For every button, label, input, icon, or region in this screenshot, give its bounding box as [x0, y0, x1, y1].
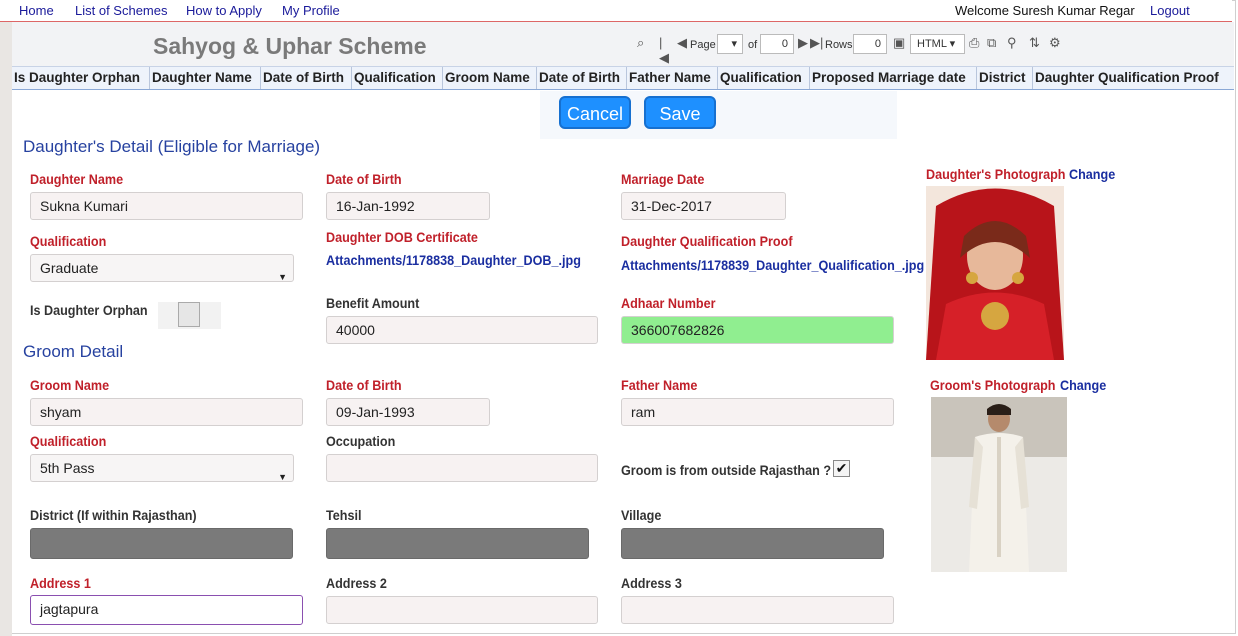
orphan-label: Is Daughter Orphan [30, 302, 148, 318]
daughter-qualification-proof-link[interactable]: Attachments/1178839_Daughter_Qualificati… [621, 257, 924, 273]
daughter-dob-label: Date of Birth [326, 171, 402, 187]
address1-input[interactable]: jagtapura [30, 595, 303, 625]
nav-profile-link[interactable]: My Profile [282, 3, 340, 18]
father-name-label: Father Name [621, 377, 698, 393]
first-page-icon[interactable]: |◀ [659, 35, 669, 66]
address3-input[interactable] [621, 596, 894, 624]
export-icon[interactable]: ⧉ [987, 35, 996, 51]
groom-dob-input[interactable]: 09-Jan-1993 [326, 398, 490, 426]
groom-photo-change-link[interactable]: Change [1060, 377, 1106, 393]
rows-input[interactable]: 0 [853, 34, 887, 54]
marriage-date-input[interactable]: 31-Dec-2017 [621, 192, 786, 220]
daughter-photo-change-link[interactable]: Change [1069, 166, 1115, 182]
groom-qualification-value: 5th Pass [40, 460, 95, 476]
village-select[interactable] [621, 528, 884, 559]
grid-header: Is Daughter Orphan Daughter Name Date of… [12, 66, 1234, 90]
occupation-label: Occupation [326, 433, 396, 449]
aadhaar-input[interactable]: 366007682826 [621, 316, 894, 344]
settings-icon[interactable]: ⚙ [1049, 35, 1061, 51]
logout-link[interactable]: Logout [1150, 3, 1190, 18]
daughter-section-title: Daughter's Detail (Eligible for Marriage… [23, 137, 321, 156]
address2-input[interactable] [326, 596, 598, 624]
marriage-date-label: Marriage Date [621, 171, 705, 187]
left-margin-strip [0, 0, 12, 636]
col-district[interactable]: District [977, 67, 1033, 89]
nav-schemes-link[interactable]: List of Schemes [75, 3, 168, 18]
outside-rajasthan-label: Groom is from outside Rajasthan ? [621, 462, 832, 478]
groom-section-title: Groom Detail [23, 342, 124, 361]
daughter-qualification-value: Graduate [40, 260, 99, 276]
daughter-dob-certificate-link[interactable]: Attachments/1178838_Daughter_DOB_.jpg [326, 252, 581, 268]
daughter-qualification-label: Qualification [30, 233, 107, 249]
daughter-name-label: Daughter Name [30, 171, 124, 187]
tehsil-label: Tehsil [326, 507, 362, 523]
col-date-of-birth[interactable]: Date of Birth [261, 67, 352, 89]
village-label: Village [621, 507, 662, 523]
of-label: of [748, 39, 758, 51]
daughter-qualification-proof-label: Daughter Qualification Proof [621, 233, 793, 249]
col-groom-dob[interactable]: Date of Birth [537, 67, 627, 89]
daughter-dob-certificate-label: Daughter DOB Certificate [326, 229, 478, 245]
floppy-disk-icon[interactable]: ▣ [893, 35, 905, 51]
aadhaar-label: Adhaar Number [621, 295, 716, 311]
find-icon[interactable]: ⌕ [637, 35, 644, 51]
groom-name-label: Groom Name [30, 377, 110, 393]
groom-name-input[interactable]: shyam [30, 398, 303, 426]
col-daughter-name[interactable]: Daughter Name [150, 67, 261, 89]
tehsil-select[interactable] [326, 528, 589, 559]
save-button[interactable]: Save [644, 96, 716, 129]
nav-home-link[interactable]: Home [19, 3, 54, 18]
format-value: HTML [917, 38, 947, 50]
last-page-icon[interactable]: ▶| [810, 35, 823, 51]
chevron-down-icon: ▼ [278, 472, 287, 482]
chevron-down-icon: ▼ [278, 272, 287, 282]
groom-photograph [931, 397, 1067, 572]
col-is-daughter-orphan[interactable]: Is Daughter Orphan [12, 67, 150, 89]
cancel-button[interactable]: Cancel [559, 96, 631, 129]
format-select[interactable]: HTML ▾ [910, 34, 965, 54]
benefit-amount-label: Benefit Amount [326, 295, 420, 311]
groom-qualification-select[interactable]: 5th Pass ▼ [30, 454, 294, 482]
page-title: Sahyog & Uphar Scheme [153, 33, 427, 59]
sort-icon[interactable]: ⇅ [1029, 35, 1040, 51]
prev-page-icon[interactable]: ◀ [677, 35, 687, 51]
father-name-input[interactable]: ram [621, 398, 894, 426]
outside-rajasthan-checkbox[interactable]: ✔ [833, 460, 850, 477]
benefit-amount-input[interactable]: 40000 [326, 316, 598, 344]
top-navigation: Home List of Schemes How to Apply My Pro… [0, 0, 1232, 22]
orphan-toggle[interactable] [178, 302, 200, 327]
col-proposed-marriage-date[interactable]: Proposed Marriage date [810, 67, 977, 89]
groom-dob-label: Date of Birth [326, 377, 402, 393]
district-label: District (If within Rajasthan) [30, 507, 197, 523]
col-groom-name[interactable]: Groom Name [443, 67, 537, 89]
print-icon[interactable]: ⎙ [969, 35, 979, 51]
daughter-photograph [926, 186, 1064, 360]
district-select[interactable] [30, 528, 293, 559]
daughter-dob-input[interactable]: 16-Jan-1992 [326, 192, 490, 220]
search-people-icon[interactable]: ⚲ [1007, 35, 1017, 51]
col-qualification[interactable]: Qualification [352, 67, 443, 89]
col-groom-qualification[interactable]: Qualification [718, 67, 810, 89]
daughter-qualification-select[interactable]: Graduate ▼ [30, 254, 294, 282]
next-page-icon[interactable]: ▶ [798, 35, 808, 51]
address2-label: Address 2 [326, 575, 387, 591]
address3-label: Address 3 [621, 575, 682, 591]
address1-label: Address 1 [30, 575, 91, 591]
occupation-input[interactable] [326, 454, 598, 482]
daughter-photo-label: Daughter's Photograph [926, 166, 1066, 182]
total-pages: 0 [760, 34, 794, 54]
rows-label: Rows [825, 39, 853, 51]
col-father-name[interactable]: Father Name [627, 67, 718, 89]
page-label: Page [690, 39, 716, 51]
checkmark-icon: ✔ [835, 460, 848, 476]
groom-photo-label: Groom's Photograph [930, 377, 1056, 393]
welcome-text: Welcome Suresh Kumar Regar [955, 3, 1135, 18]
groom-qualification-label: Qualification [30, 433, 107, 449]
page-select[interactable]: ▾ [717, 34, 743, 54]
nav-apply-link[interactable]: How to Apply [186, 3, 262, 18]
daughter-name-input[interactable]: Sukna Kumari [30, 192, 303, 220]
col-qualification-proof[interactable]: Daughter Qualification Proof [1033, 67, 1234, 89]
